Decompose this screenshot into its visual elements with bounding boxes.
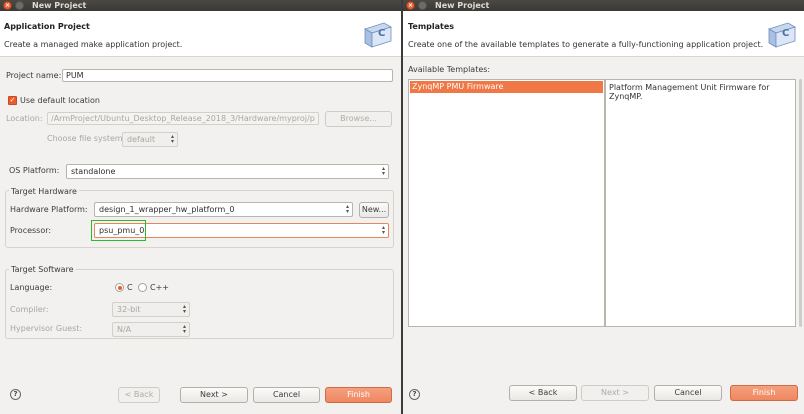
minimize-icon[interactable] [15, 1, 24, 10]
back-button[interactable]: < Back [118, 387, 160, 403]
use-default-location-label: Use default location [20, 96, 100, 105]
location-label: Location: [6, 114, 43, 123]
back-button[interactable]: < Back [509, 385, 577, 401]
wizard-banner-icon: C [768, 22, 796, 48]
page-title: Templates [408, 22, 455, 31]
target-software-label: Target Software [9, 265, 76, 274]
target-hardware-group [5, 190, 394, 248]
language-label: Language: [10, 283, 53, 292]
combo-arrows-icon: ▴ ▾ [381, 165, 385, 177]
wizard-header: Templates Create one of the available te… [403, 11, 804, 57]
language-cpp-radio[interactable] [138, 283, 147, 292]
template-description-panel: Platform Management Unit Firmware for Zy… [605, 79, 796, 327]
help-icon[interactable]: ? [409, 389, 420, 400]
language-c-label: C [127, 283, 133, 292]
choose-file-system-label: Choose file system: [47, 134, 126, 143]
highlight-box [91, 220, 146, 241]
close-icon[interactable]: × [406, 1, 415, 10]
scrollbar[interactable] [799, 79, 802, 327]
page-description: Create one of the available templates to… [408, 40, 764, 49]
minimize-icon[interactable] [418, 1, 427, 10]
right-titlebar: × New Project [403, 0, 804, 11]
next-button[interactable]: Next > [180, 387, 248, 403]
page-title: Application Project [4, 22, 90, 31]
left-titlebar: × New Project [0, 0, 401, 11]
left-window: × New Project Application Project Create… [0, 0, 401, 414]
location-input[interactable]: /ArmProject/Ubuntu_Desktop_Release_2018_… [47, 112, 319, 125]
language-cpp-label: C++ [150, 283, 169, 292]
file-system-select[interactable]: default ▴ ▾ [122, 132, 178, 147]
target-hardware-label: Target Hardware [9, 187, 79, 196]
new-hardware-button[interactable]: New... [359, 202, 389, 218]
close-icon[interactable]: × [3, 1, 12, 10]
file-system-value: default [127, 135, 156, 144]
window-title: New Project [32, 1, 87, 10]
hypervisor-guest-label: Hypervisor Guest: [10, 324, 83, 333]
template-description: Platform Management Unit Firmware for Zy… [609, 83, 770, 101]
list-item[interactable]: ZynqMP PMU Firmware [410, 81, 603, 93]
hardware-platform-value: design_1_wrapper_hw_platform_0 [99, 205, 235, 214]
combo-arrows-icon: ▴ ▾ [381, 224, 385, 236]
help-icon[interactable]: ? [10, 389, 21, 400]
cancel-button[interactable]: Cancel [253, 387, 320, 403]
language-c-radio[interactable] [115, 283, 124, 292]
os-platform-value: standalone [71, 167, 116, 176]
combo-arrows-icon: ▴ ▾ [182, 323, 186, 335]
svg-text:C: C [782, 28, 789, 39]
finish-button[interactable]: Finish [730, 385, 798, 401]
combo-arrows-icon: ▴ ▾ [182, 303, 186, 315]
hardware-platform-select[interactable]: design_1_wrapper_hw_platform_0 ▴ ▾ [94, 202, 353, 217]
available-templates-label: Available Templates: [408, 65, 491, 74]
combo-arrows-icon: ▴ ▾ [170, 133, 174, 145]
use-default-location-checkbox[interactable]: ✓ [8, 96, 17, 105]
os-platform-label: OS Platform: [9, 166, 60, 175]
hypervisor-guest-value: N/A [117, 325, 132, 334]
combo-arrows-icon: ▴ ▾ [345, 203, 349, 215]
os-platform-select[interactable]: standalone ▴ ▾ [66, 164, 389, 179]
project-name-input[interactable]: PUM [62, 69, 393, 82]
compiler-value: 32-bit [117, 305, 141, 314]
wizard-header: Application Project Create a managed mak… [0, 11, 401, 57]
page-description: Create a managed make application projec… [4, 40, 183, 49]
compiler-select[interactable]: 32-bit ▴ ▾ [112, 302, 190, 317]
window-title: New Project [435, 1, 490, 10]
hardware-platform-label: Hardware Platform: [10, 205, 88, 214]
cancel-button[interactable]: Cancel [654, 385, 722, 401]
wizard-banner-icon: C [364, 22, 392, 48]
processor-label: Processor: [10, 226, 52, 235]
finish-button[interactable]: Finish [325, 387, 392, 403]
right-window: × New Project Templates Create one of th… [403, 0, 804, 414]
next-button[interactable]: Next > [581, 385, 649, 401]
templates-list[interactable]: ZynqMP PMU Firmware [408, 79, 605, 327]
browse-button[interactable]: Browse... [325, 111, 392, 127]
svg-text:C: C [378, 28, 385, 39]
hypervisor-guest-select[interactable]: N/A ▴ ▾ [112, 322, 190, 337]
compiler-label: Compiler: [10, 305, 49, 314]
project-name-label: Project name: [6, 71, 62, 80]
